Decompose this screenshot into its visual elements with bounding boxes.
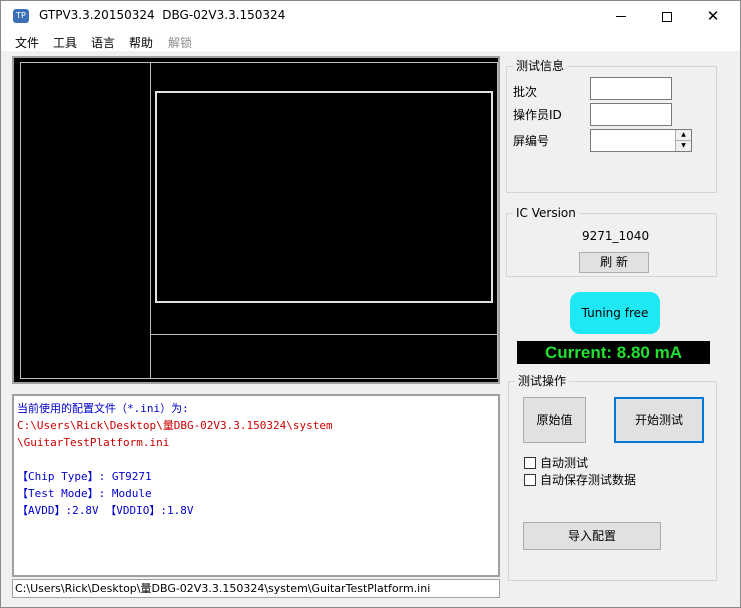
app-icon: TP: [13, 9, 29, 23]
test-info-title: 测试信息: [513, 59, 568, 73]
operator-id-label: 操作员ID: [513, 108, 562, 122]
screen-number-spinbox[interactable]: ▲ ▼: [590, 129, 692, 152]
auto-test-check-icon[interactable]: [524, 456, 536, 469]
log-line: C:\Users\Rick\Desktop\量DBG-02V3.3.150324…: [17, 419, 333, 432]
auto-test-label: 自动测试: [540, 456, 589, 470]
display-divider: [150, 334, 498, 335]
title-bar: TP GTPV3.3.20150324 DBG-02V3.3.150324 ✕: [1, 1, 740, 31]
auto-save-label: 自动保存测试数据: [540, 473, 637, 487]
maximize-button[interactable]: [644, 1, 690, 31]
log-line: \GuitarTestPlatform.ini: [17, 436, 170, 449]
log-line: 当前使用的配置文件（*.ini）为:: [17, 402, 189, 415]
menu-help[interactable]: 帮助: [129, 34, 153, 51]
auto-test-checkbox[interactable]: 自动测试: [524, 454, 589, 470]
log-line: 【AVDD】:2.8V 【VDDIO】:1.8V: [17, 504, 194, 517]
menu-language[interactable]: 语言: [91, 34, 115, 51]
menu-tools[interactable]: 工具: [53, 34, 77, 51]
import-config-button[interactable]: 导入配置: [523, 522, 661, 550]
refresh-button[interactable]: 刷 新: [579, 252, 649, 273]
ic-version-value: 9271_1040: [582, 229, 650, 243]
ic-version-title: IC Version: [513, 206, 579, 220]
app-window: TP GTPV3.3.20150324 DBG-02V3.3.150324 ✕ …: [0, 0, 741, 608]
start-test-button[interactable]: 开始测试: [614, 397, 704, 443]
maximize-icon: [662, 11, 672, 22]
test-operation-title: 测试操作: [515, 374, 570, 388]
auto-save-check-icon[interactable]: [524, 473, 536, 486]
config-path-status: C:\Users\Rick\Desktop\量DBG-02V3.3.150324…: [12, 579, 500, 598]
raw-value-button[interactable]: 原始值: [523, 397, 586, 443]
minimize-button[interactable]: [598, 1, 644, 31]
touch-display-panel: [12, 56, 500, 384]
menu-unlock: 解锁: [168, 36, 193, 50]
menu-bar: 文件 工具 语言 帮助 解锁: [1, 31, 740, 51]
close-button[interactable]: ✕: [690, 1, 736, 31]
window-title: GTPV3.3.20150324 DBG-02V3.3.150324: [39, 8, 286, 22]
menu-file[interactable]: 文件: [15, 34, 39, 51]
display-screen-area: [155, 91, 493, 303]
spin-up-icon[interactable]: ▲: [676, 130, 691, 141]
auto-save-checkbox[interactable]: 自动保存测试数据: [524, 471, 637, 487]
close-icon: ✕: [706, 7, 720, 25]
spin-down-icon[interactable]: ▼: [676, 141, 691, 152]
log-output[interactable]: 当前使用的配置文件（*.ini）为: C:\Users\Rick\Desktop\…: [12, 394, 500, 577]
log-line: 【Test Mode】: Module: [17, 487, 152, 500]
operator-id-input[interactable]: [590, 103, 672, 126]
display-left-pane: [20, 62, 151, 379]
minimize-icon: [616, 16, 626, 17]
spin-buttons: ▲ ▼: [675, 130, 691, 151]
screen-number-label: 屏编号: [513, 134, 550, 148]
batch-label: 批次: [513, 85, 538, 99]
batch-input[interactable]: [590, 77, 672, 100]
tuning-free-indicator: Tuning free: [570, 292, 660, 334]
log-line: 【Chip Type】: GT9271: [17, 470, 152, 483]
current-readout: Current: 8.80 mA: [517, 341, 710, 364]
